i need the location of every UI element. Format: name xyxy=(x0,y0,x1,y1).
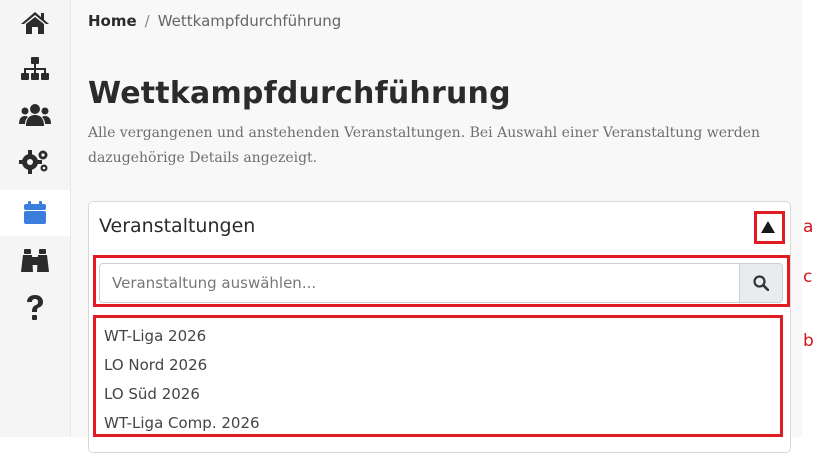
sidebar-item-monitoring[interactable] xyxy=(0,238,70,284)
sidebar-item-settings[interactable] xyxy=(0,138,70,184)
breadcrumb-separator: / xyxy=(144,12,150,30)
users-icon xyxy=(19,104,51,126)
annotation-box-b xyxy=(93,315,783,437)
sidebar-item-home[interactable] xyxy=(0,0,70,46)
gears-icon xyxy=(19,150,48,174)
home-icon xyxy=(21,12,49,34)
annotation-box-a xyxy=(754,211,785,244)
annotation-label-b: b xyxy=(803,331,814,351)
calendar-icon xyxy=(24,201,46,224)
breadcrumb: Home / Wettkampfdurchführung xyxy=(88,12,341,30)
sidebar-item-help[interactable] xyxy=(0,285,70,331)
question-icon xyxy=(27,295,43,320)
breadcrumb-current: Wettkampfdurchführung xyxy=(157,12,342,30)
binoculars-icon xyxy=(21,249,49,272)
sitemap-icon xyxy=(21,57,49,80)
page-title: Wettkampfdurchführung xyxy=(88,76,511,111)
page-description: Alle vergangenen und anstehenden Veranst… xyxy=(88,125,760,166)
annotation-label-a: a xyxy=(803,217,814,237)
sidebar xyxy=(0,0,71,437)
annotation-label-c: c xyxy=(803,267,813,287)
sidebar-item-users[interactable] xyxy=(0,92,70,138)
sidebar-item-structure[interactable] xyxy=(0,46,70,92)
card-title: Veranstaltungen xyxy=(99,215,256,237)
annotation-box-c xyxy=(93,255,790,307)
sidebar-item-events[interactable] xyxy=(0,190,70,236)
breadcrumb-home-link[interactable]: Home xyxy=(88,12,137,30)
